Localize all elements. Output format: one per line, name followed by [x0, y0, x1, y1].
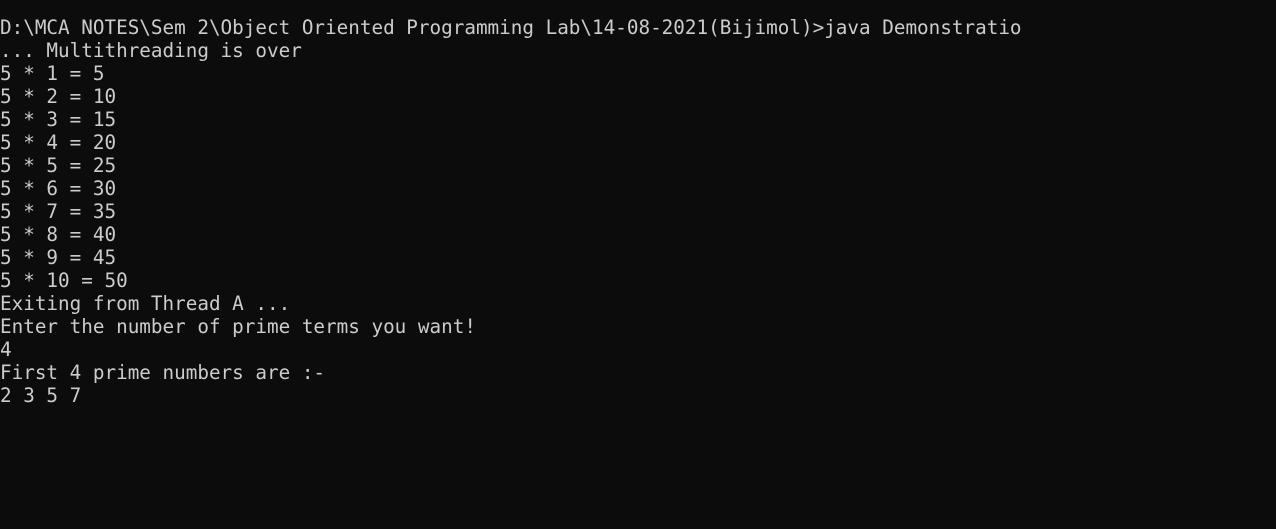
output-line: 5 * 8 = 40: [0, 223, 117, 246]
output-line: 5 * 2 = 10: [0, 85, 117, 108]
output-line: Exiting from Thread A ...: [0, 292, 291, 315]
output-line: 5 * 3 = 15: [0, 108, 117, 131]
user-input-line: 4: [0, 338, 12, 361]
command-prompt-line: D:\MCA NOTES\Sem 2\Object Oriented Progr…: [0, 16, 1022, 39]
output-line: 2 3 5 7: [0, 384, 82, 407]
output-line: ... Multithreading is over: [0, 39, 302, 62]
output-line: 5 * 4 = 20: [0, 131, 117, 154]
output-line: 5 * 10 = 50: [0, 269, 128, 292]
output-line: First 4 prime numbers are :-: [0, 361, 326, 384]
output-line: 5 * 6 = 30: [0, 177, 117, 200]
output-line: 5 * 9 = 45: [0, 246, 117, 269]
console-window[interactable]: D:\MCA NOTES\Sem 2\Object Oriented Progr…: [0, 0, 1276, 529]
output-line: 5 * 5 = 25: [0, 154, 117, 177]
output-line: 5 * 7 = 35: [0, 200, 117, 223]
console-output[interactable]: D:\MCA NOTES\Sem 2\Object Oriented Progr…: [0, 0, 1276, 529]
output-line: 5 * 1 = 5: [0, 62, 105, 85]
output-line: Enter the number of prime terms you want…: [0, 315, 476, 338]
